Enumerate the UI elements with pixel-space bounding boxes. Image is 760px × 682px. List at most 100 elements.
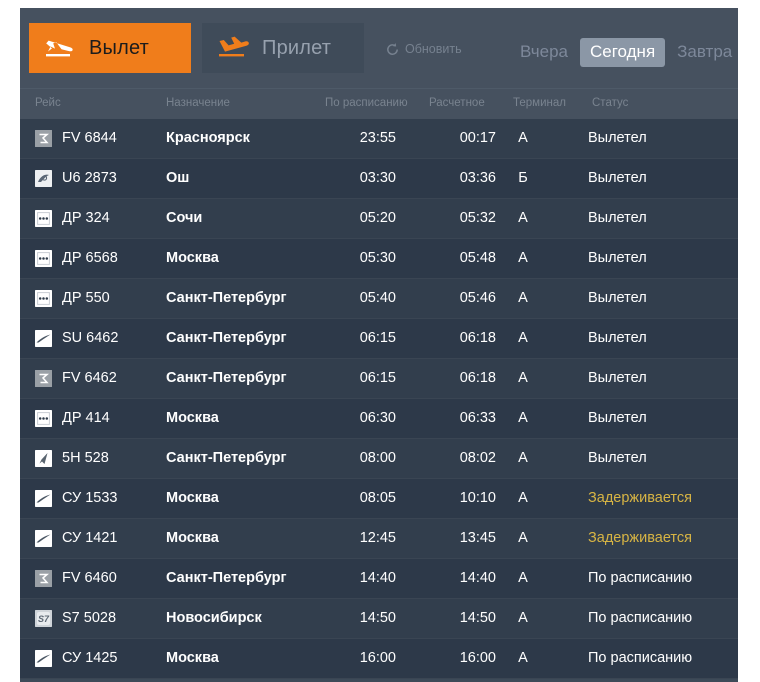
flight-terminal: А xyxy=(508,239,538,278)
table-row[interactable]: SU 6462Санкт-Петербург06:1506:18АВылетел xyxy=(20,319,738,359)
tab-arrivals[interactable]: Прилет xyxy=(202,23,364,73)
table-column-headers: Рейс Назначение По расписанию Расчетное … xyxy=(20,88,738,119)
table-row[interactable]: ДР 414Москва06:3006:33АВылетел xyxy=(20,399,738,439)
aeroflot-logo xyxy=(35,330,52,347)
rossiya-logo xyxy=(35,130,52,147)
flight-scheduled-time: 05:20 xyxy=(320,199,396,238)
flight-estimated-time: 10:10 xyxy=(420,479,496,518)
flight-destination: Москва xyxy=(166,639,219,678)
flight-scheduled-time: 08:05 xyxy=(320,479,396,518)
tab-departures-label: Вылет xyxy=(89,37,149,60)
flight-scheduled-time: 08:00 xyxy=(320,439,396,478)
flight-scheduled-time: 14:40 xyxy=(320,559,396,598)
flight-number: ДР 414 xyxy=(62,399,110,438)
flight-scheduled-time: 06:15 xyxy=(320,319,396,358)
flight-terminal: А xyxy=(508,319,538,358)
ural-logo xyxy=(35,170,52,187)
flight-number: 5H 528 xyxy=(62,439,109,478)
table-row[interactable]: СУ 1533Москва08:0510:10АЗадерживается xyxy=(20,479,738,519)
flight-status: Вылетел xyxy=(588,199,647,238)
flight-estimated-time: 16:00 xyxy=(420,639,496,678)
flight-status: Вылетел xyxy=(588,119,647,158)
dots-logo xyxy=(35,290,52,307)
flight-estimated-time: 08:02 xyxy=(420,439,496,478)
flight-status: Вылетел xyxy=(588,279,647,318)
column-header-scheduled: По расписанию xyxy=(325,97,408,109)
flight-estimated-time: 14:50 xyxy=(420,599,496,638)
flight-scheduled-time: 23:55 xyxy=(320,119,396,158)
flight-status: Вылетел xyxy=(588,359,647,398)
flight-status: Вылетел xyxy=(588,239,647,278)
flight-status: Вылетел xyxy=(588,319,647,358)
dots-logo xyxy=(35,410,52,427)
aeroflot-logo xyxy=(35,530,52,547)
flight-terminal: А xyxy=(508,279,538,318)
flight-estimated-time: 06:33 xyxy=(420,399,496,438)
flight-number: U6 2873 xyxy=(62,159,117,198)
table-row[interactable]: FV 6462Санкт-Петербург06:1506:18АВылетел xyxy=(20,359,738,399)
flight-destination: Санкт-Петербург xyxy=(166,359,287,398)
flight-scheduled-time: 05:30 xyxy=(320,239,396,278)
column-header-flight: Рейс xyxy=(35,97,61,109)
flight-scheduled-time: 14:50 xyxy=(320,599,396,638)
flight-number: СУ 1533 xyxy=(62,479,118,518)
column-header-estimated: Расчетное xyxy=(429,97,485,109)
flight-number: ДР 324 xyxy=(62,199,110,238)
flight-terminal: Б xyxy=(508,159,538,198)
flight-number: ДР 550 xyxy=(62,279,110,318)
flight-status: По расписанию xyxy=(588,559,692,598)
table-row[interactable]: СУ 1421Москва12:4513:45АЗадерживается xyxy=(20,519,738,559)
rossiya-logo xyxy=(35,370,52,387)
day-tomorrow[interactable]: Завтра xyxy=(667,38,738,67)
flight-destination: Санкт-Петербург xyxy=(166,319,287,358)
flight-destination: Москва xyxy=(166,399,219,438)
flight-number: FV 6462 xyxy=(62,359,117,398)
table-row[interactable]: ДР 6568Москва05:3005:48АВылетел xyxy=(20,239,738,279)
flight-terminal: А xyxy=(508,199,538,238)
flight-destination: Санкт-Петербург xyxy=(166,559,287,598)
flight-estimated-time: 05:32 xyxy=(420,199,496,238)
dots-logo xyxy=(35,250,52,267)
refresh-button[interactable]: Обновить xyxy=(385,39,462,59)
column-header-destination: Назначение xyxy=(166,97,230,109)
flight-destination: Москва xyxy=(166,479,219,518)
table-row[interactable]: ДР 324Сочи05:2005:32АВылетел xyxy=(20,199,738,239)
flight-board-panel: Вылет Прилет Обновить Вчера Сегодня xyxy=(20,8,738,682)
day-today[interactable]: Сегодня xyxy=(580,38,665,67)
flight-status: Вылетел xyxy=(588,439,647,478)
flight-terminal: А xyxy=(508,479,538,518)
flight-scheduled-time: 03:30 xyxy=(320,159,396,198)
flight-number: SU 6462 xyxy=(62,319,118,358)
flight-estimated-time: 00:17 xyxy=(420,119,496,158)
svg-text:S7: S7 xyxy=(38,614,50,624)
flight-terminal: А xyxy=(508,519,538,558)
table-row[interactable]: ДР 550Санкт-Петербург05:4005:46АВылетел xyxy=(20,279,738,319)
board-toolbar: Вылет Прилет Обновить Вчера Сегодня xyxy=(20,8,738,88)
tab-departures[interactable]: Вылет xyxy=(29,23,191,73)
slash-logo xyxy=(35,450,52,467)
table-row[interactable]: 5H 528Санкт-Петербург08:0008:02АВылетел xyxy=(20,439,738,479)
column-header-terminal: Терминал xyxy=(513,97,566,109)
flight-destination: Москва xyxy=(166,519,219,558)
flight-number: СУ 1421 xyxy=(62,519,118,558)
flight-status: По расписанию xyxy=(588,599,692,638)
table-row[interactable]: U6 2873Ош03:3003:36БВылетел xyxy=(20,159,738,199)
table-row[interactable]: FV 6460Санкт-Петербург14:4014:40АПо расп… xyxy=(20,559,738,599)
table-row[interactable]: СУ 1425Москва16:0016:00АПо расписанию xyxy=(20,639,738,679)
table-row[interactable]: S7S7 5028Новосибирск14:5014:50АПо распис… xyxy=(20,599,738,639)
rossiya-logo xyxy=(35,570,52,587)
aeroflot-logo xyxy=(35,650,52,667)
day-selector: Вчера Сегодня Завтра xyxy=(510,38,738,67)
flight-terminal: А xyxy=(508,439,538,478)
flight-number: S7 5028 xyxy=(62,599,116,638)
flight-terminal: А xyxy=(508,559,538,598)
flight-status: По расписанию xyxy=(588,639,692,678)
flight-status: Задерживается xyxy=(588,519,692,558)
flight-status: Вылетел xyxy=(588,159,647,198)
table-row[interactable]: FV 6844Красноярск23:5500:17АВылетел xyxy=(20,119,738,159)
flight-terminal: А xyxy=(508,639,538,678)
flight-estimated-time: 05:48 xyxy=(420,239,496,278)
refresh-icon xyxy=(385,42,400,57)
day-yesterday[interactable]: Вчера xyxy=(510,38,578,67)
flight-status: Вылетел xyxy=(588,399,647,438)
